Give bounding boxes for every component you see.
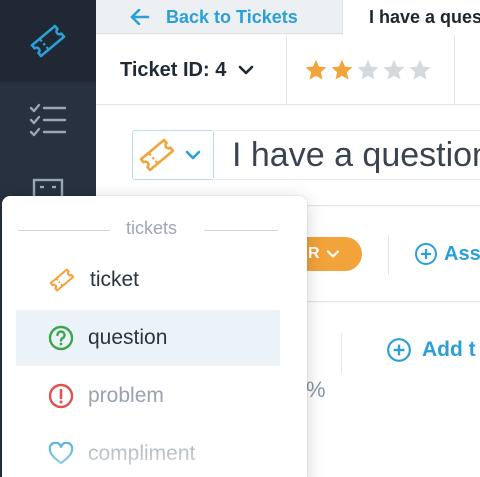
- ticket-type-select[interactable]: [132, 130, 214, 180]
- star-filled-icon[interactable]: [330, 58, 354, 82]
- back-to-tickets-label: Back to Tickets: [166, 6, 298, 27]
- dropdown-group-header: tickets: [2, 218, 307, 242]
- chevron-down-icon: [185, 150, 201, 160]
- chevron-down-icon: [326, 250, 339, 258]
- plus-circle-icon: [387, 338, 411, 362]
- dropdown-option-ticket[interactable]: ticket: [16, 252, 280, 308]
- arrow-left-icon: [130, 9, 150, 25]
- divider: [388, 235, 389, 275]
- ticket-icon: [49, 268, 75, 292]
- add-tag-label: Add t: [422, 338, 476, 361]
- dropdown-option-problem[interactable]: problem: [16, 368, 280, 424]
- plus-circle-icon: [415, 243, 437, 265]
- star-rating[interactable]: [304, 35, 432, 105]
- star-empty-icon[interactable]: [356, 58, 380, 82]
- tab-current-ticket-label: I have a question: [369, 6, 480, 27]
- percent-value: %: [306, 377, 326, 402]
- add-tag-button[interactable]: Add t: [386, 337, 476, 363]
- ticket-type-dropdown: tickets ticket question problem complime…: [2, 196, 307, 477]
- ticket-id-selector[interactable]: Ticket ID: 4: [120, 35, 254, 105]
- assign-button[interactable]: Ass: [414, 237, 480, 271]
- dropdown-group-label: tickets: [126, 218, 178, 238]
- ticket-info-bar: Ticket ID: 4: [96, 35, 480, 105]
- divider: [341, 333, 342, 373]
- question-circle-icon: [48, 325, 74, 351]
- ticket-icon: [30, 24, 66, 58]
- ticket-id-label: Ticket ID: 4: [120, 58, 227, 81]
- divider: [454, 35, 455, 105]
- exclamation-circle-icon: [48, 383, 74, 409]
- ticket-title-row: I have a question: [96, 106, 480, 206]
- nav-item-tasks[interactable]: [0, 82, 96, 158]
- dropdown-option-label: compliment: [88, 442, 196, 465]
- ticket-icon: [139, 138, 175, 172]
- status-label: R: [308, 245, 320, 262]
- star-empty-icon[interactable]: [408, 58, 432, 82]
- divider: [286, 35, 287, 105]
- report-icon: [32, 178, 64, 198]
- divider: [18, 230, 110, 231]
- dropdown-option-label: ticket: [90, 268, 140, 291]
- chevron-down-icon: [239, 65, 254, 75]
- heart-icon: [48, 442, 74, 465]
- star-empty-icon[interactable]: [382, 58, 406, 82]
- dropdown-option-label: question: [88, 326, 168, 349]
- tab-current-ticket[interactable]: I have a question: [342, 0, 480, 35]
- back-to-tickets-link[interactable]: Back to Tickets: [96, 0, 342, 34]
- dropdown-option-label: problem: [88, 384, 164, 407]
- dropdown-option-compliment[interactable]: compliment: [16, 426, 280, 477]
- assign-label: Ass: [444, 242, 480, 265]
- star-filled-icon[interactable]: [304, 58, 328, 82]
- ticket-subject-input[interactable]: I have a question: [214, 130, 480, 180]
- divider: [204, 230, 278, 231]
- task-list-icon: [29, 103, 67, 137]
- nav-item-tickets[interactable]: [0, 0, 96, 82]
- nav-item-reports[interactable]: [0, 158, 96, 198]
- dropdown-option-question[interactable]: question: [16, 310, 280, 366]
- tab-bar: Back to Tickets I have a question: [96, 0, 480, 35]
